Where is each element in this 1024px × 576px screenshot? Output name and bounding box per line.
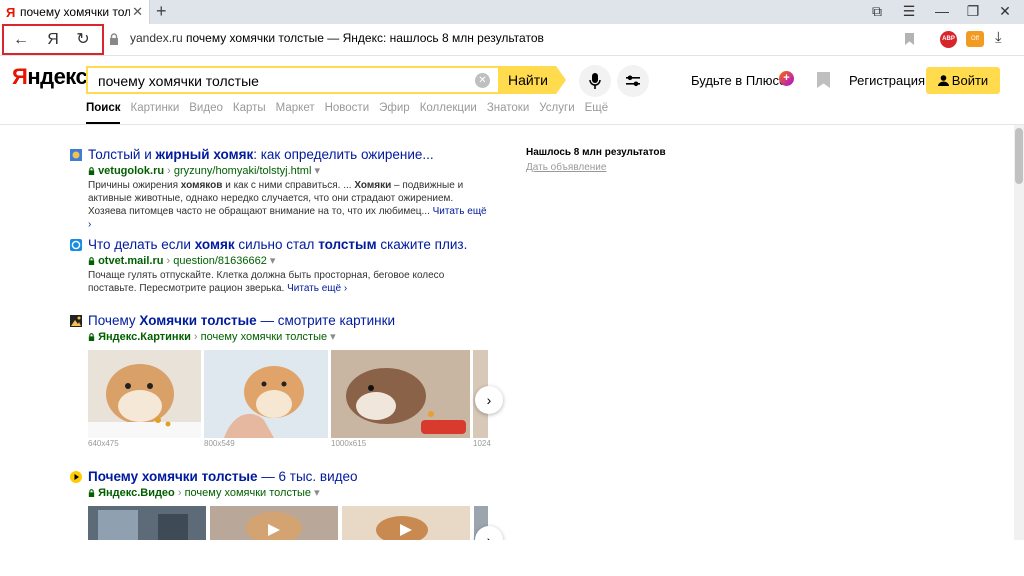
plus-badge-icon[interactable]: + [779,71,794,86]
tab-news[interactable]: Новости [325,102,370,122]
microphone-icon [589,73,601,89]
bottom-margin [0,540,1024,576]
secure-lock-icon [88,257,95,265]
search-result: Толстый и жирный хомяк: как определить о… [70,147,490,230]
tab-images[interactable]: Картинки [131,102,180,122]
login-button[interactable]: Войти [926,67,1000,94]
find-button[interactable]: Найти [500,66,556,94]
video-play-icon [70,471,82,483]
browser-menu-icon[interactable]: ☰ [900,3,918,20]
tab-search[interactable]: Поиск [86,102,121,122]
tab-efir[interactable]: Эфир [379,102,410,122]
result-snippet: Почаще гулять отпускайте. Клетка должна … [88,270,445,294]
image-size-label: 800x549 [204,439,235,448]
images-result: Почему Хомячки толстые — смотрите картин… [70,313,490,347]
tab-uslugi[interactable]: Услуги [539,102,574,122]
extension-icon[interactable]: Off [966,31,984,47]
video-thumbnail[interactable] [88,506,206,540]
scrollbar-thumb[interactable] [1015,128,1023,184]
close-window-button[interactable]: ✕ [996,3,1014,20]
user-icon [937,75,949,86]
secure-lock-icon [88,167,95,175]
hamster-image-thumbnail[interactable] [88,350,201,438]
video-carousel [88,506,488,540]
images-next-button[interactable]: › [475,386,503,414]
advertise-link[interactable]: Дать объявление [526,162,606,173]
back-button[interactable]: ← [10,30,32,50]
result-snippet: Причины ожирения хомяков и как с ними сп… [88,180,487,230]
secure-lock-icon [88,333,95,341]
tab-close-icon[interactable]: ✕ [132,4,143,20]
tab-market[interactable]: Маркет [276,102,315,122]
result-title-link[interactable]: Почему хомячки толстые — 6 тыс. видео [88,469,358,484]
header-divider [0,124,1024,125]
tab-active[interactable]: Я почему хомячки толсте ✕ [0,0,150,24]
reload-button[interactable]: ↻ [72,30,94,50]
read-more-link[interactable]: Читать ещё › [287,283,347,294]
collections-bookmark-icon[interactable] [817,72,830,88]
nav-buttons-group: ← Я ↻ [2,24,104,55]
adblock-icon[interactable]: ABP [940,31,957,48]
url-page-title[interactable]: почему хомячки толстые — Яндекс: нашлось… [186,31,544,45]
results-count: Нашлось 8 млн результатов [526,147,666,158]
yandex-home-button[interactable]: Я [42,30,64,50]
image-size-label: 640x475 [88,439,119,448]
download-icon[interactable]: ⤓ [995,29,1002,46]
search-result: Что делать если хомяк сильно стал толсты… [70,237,490,297]
browser-window: Я почему хомячки толсте ✕ + ⧉ ☰ — ❐ ✕ ← … [0,0,1024,576]
restore-button[interactable]: ❐ [964,3,982,20]
image-size-label: 1000x615 [331,439,367,448]
url-domain[interactable]: yandex.ru [130,31,183,45]
tab-collections[interactable]: Коллекции [420,102,477,122]
tab-video[interactable]: Видео [189,102,223,122]
tab-bar: Я почему хомячки толсте ✕ + ⧉ ☰ — ❐ ✕ [0,0,1024,24]
result-title-link[interactable]: Что делать если хомяк сильно стал толсты… [88,237,467,252]
mail-answers-favicon-icon [70,239,82,251]
site-favicon-icon [70,149,82,161]
video-result: Почему хомячки толстые — 6 тыс. видео Ян… [70,469,490,503]
result-url[interactable]: Яндекс.Картинки › почему хомячки толстые… [88,330,336,343]
sliders-icon [626,75,640,87]
tab-maps[interactable]: Карты [233,102,266,122]
result-url[interactable]: vetugolok.ru › gryzuny/homyaki/tolstyj.h… [88,164,320,177]
register-link[interactable]: Регистрация [849,73,925,88]
result-url[interactable]: Яндекс.Видео › почему хомячки толстые ▾ [88,486,320,499]
bookmarks-panel-icon[interactable]: ⧉ [868,3,886,20]
hamster-image-thumbnail[interactable] [204,350,328,438]
images-carousel [88,350,488,438]
new-tab-button[interactable]: + [156,1,167,22]
video-thumbnail[interactable] [342,506,470,540]
plus-link[interactable]: Будьте в Плюсе [691,73,786,88]
lock-icon [110,33,118,45]
search-query-text: почему хомячки толстые [98,73,259,89]
search-input[interactable]: почему хомячки толстые ✕ [86,66,500,94]
hamster-image-thumbnail[interactable] [331,350,470,438]
tab-more[interactable]: Ещё [585,102,609,122]
tab-znatoki[interactable]: Знатоки [487,102,529,122]
services-nav: Поиск Картинки Видео Карты Маркет Новост… [86,102,618,122]
voice-search-button[interactable] [579,65,611,97]
tab-title: почему хомячки толсте [20,5,130,19]
image-icon [70,315,82,327]
page-scrollbar[interactable] [1014,125,1024,540]
result-title-link[interactable]: Толстый и жирный хомяк: как определить о… [88,147,434,162]
clear-search-icon[interactable]: ✕ [475,73,490,88]
yandex-favicon-icon: Я [6,4,16,20]
yandex-logo[interactable]: Яндекс [12,64,88,90]
result-title-link[interactable]: Почему Хомячки толстые — смотрите картин… [88,313,395,328]
minimize-button[interactable]: — [933,3,951,19]
find-button-arrow [556,66,566,94]
video-thumbnail[interactable] [210,506,338,540]
search-settings-button[interactable] [617,65,649,97]
secure-lock-icon [88,489,95,497]
result-url[interactable]: otvet.mail.ru › question/81636662 ▾ [88,254,275,267]
image-size-label: 1024 [473,439,491,448]
